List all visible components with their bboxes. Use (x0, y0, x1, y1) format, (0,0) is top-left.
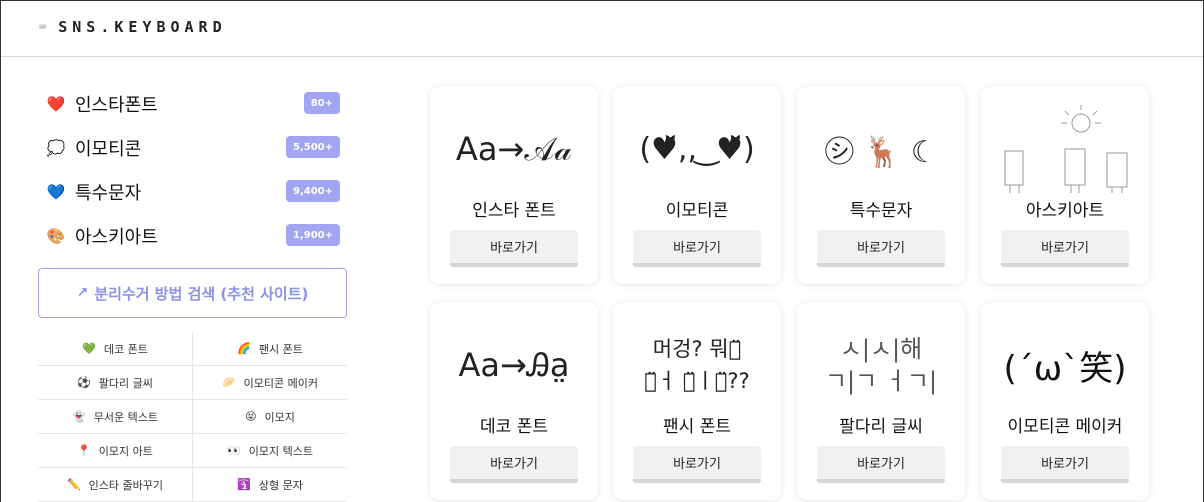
link-label: 이모티콘 메이커 (243, 376, 319, 390)
card-art-text: Aa→𝒜𝒶 (455, 129, 573, 168)
dumpling-icon: 🥟 (221, 376, 236, 389)
card-art: 머겅? 뭐해̈ 자̈ㅓ 밖̈ㅣ야̈?? (613, 320, 781, 410)
go-button[interactable]: 바로가기 (817, 446, 945, 483)
pencil-icon: ✏️ (66, 478, 81, 491)
card-emoticon[interactable]: (♥̆̈,, ͜ ♥̆̈) 이모티콘 바로가기 (613, 86, 781, 284)
pin-icon: 📍 (77, 444, 91, 457)
sidebar-item-special-chars[interactable]: 💙 특수문자 9,400+ (38, 176, 340, 208)
tool-links: 💚 데코 폰트 🌈 팬시 폰트 ⚽ 팔다리 글씨 🥟 이모티콘 메이커 👻 무서… (38, 332, 347, 502)
sidebar-item-insta-font[interactable]: ❤️ 인스타폰트 80+ (38, 88, 340, 120)
card-art-text: (´ω`笑) (1003, 348, 1127, 389)
go-button[interactable]: 바로가기 (817, 230, 945, 267)
card-deco-font[interactable]: Aa→Ꭿa̤ 데코 폰트 바로가기 (430, 302, 598, 500)
site-logo[interactable]: ⌨ SNS.KEYBOARD (39, 18, 227, 36)
card-art-line: ㄱ|ㄱ ㅓㄱ| (824, 367, 938, 395)
card-art: ㅅ|ㅅ|해 ㄱ|ㄱ ㅓㄱ| (797, 320, 965, 410)
link-label: 이모지 텍스트 (248, 444, 313, 458)
card-title: 팔다리 글씨 (839, 417, 923, 437)
card-art-text: (♥̆̈,, ͜ ♥̆̈) (639, 131, 755, 167)
count-badge: 80+ (303, 92, 340, 114)
card-art: Aa→Ꭿa̤ (430, 320, 598, 410)
ghost-icon: 👻 (72, 410, 86, 423)
card-art-line: 자̈ㅓ 밖̈ㅣ야̈?? (644, 369, 750, 393)
card-art-line: 머겅? 뭐해̈ (652, 337, 742, 361)
card-title: 데코 폰트 (480, 417, 548, 437)
card-art: Aa→𝒜𝒶 (430, 104, 598, 194)
thought-bubble-icon: 💭 (46, 139, 66, 157)
link-fancy-font[interactable]: 🌈 팬시 폰트 (193, 332, 347, 366)
link-label: 데코 폰트 (103, 342, 148, 356)
search-button-label: 분리수거 방법 검색 (추천 사이트) (94, 284, 309, 303)
recycling-search-button[interactable]: ↗ 분리수거 방법 검색 (추천 사이트) (38, 268, 347, 318)
card-art: (♥̆̈,, ͜ ♥̆̈) (613, 104, 781, 194)
sidebar-item-label: 이모티콘 (75, 139, 142, 160)
card-title: 이모티콘 (665, 201, 729, 221)
link-label: 상형 문자 (258, 478, 303, 492)
blue-heart-icon: 💙 (46, 183, 66, 201)
card-title: 인스타 폰트 (472, 201, 556, 221)
card-art (981, 104, 1149, 194)
soccer-ball-icon: ⚽ (77, 376, 91, 389)
go-button[interactable]: 바로가기 (450, 446, 578, 483)
card-fancy-font[interactable]: 머겅? 뭐해̈ 자̈ㅓ 밖̈ㅣ야̈?? 팬시 폰트 바로가기 (613, 302, 781, 500)
go-button[interactable]: 바로가기 (1001, 230, 1129, 267)
ascii-art-illustration (1004, 105, 1128, 193)
card-title: 이모티콘 메이커 (1007, 417, 1123, 437)
palette-icon: 🎨 (46, 227, 66, 245)
count-badge: 9,400+ (285, 180, 340, 202)
link-label: 인스타 줄바꾸기 (88, 478, 164, 492)
card-title: 특수문자 (849, 201, 913, 221)
link-label: 이모지 아트 (98, 444, 153, 458)
link-emoji-text[interactable]: 👀 이모지 텍스트 (193, 434, 347, 468)
worship-icon: 🛐 (237, 478, 251, 491)
heart-icon: ❤️ (46, 95, 66, 113)
link-emoji[interactable]: 😝 이모지 (193, 400, 347, 434)
link-scary-text[interactable]: 👻 무서운 텍스트 (38, 400, 192, 434)
card-title: 팬시 폰트 (663, 417, 731, 437)
card-art-line: ㅅ|ㅅ|해 (839, 335, 923, 363)
link-label: 팔다리 글씨 (98, 376, 153, 390)
go-button[interactable]: 바로가기 (1001, 446, 1129, 483)
logo-text: SNS.KEYBOARD (58, 18, 227, 36)
link-hieroglyph[interactable]: 🛐 상형 문자 (193, 468, 347, 502)
count-badge: 1,900+ (285, 224, 340, 246)
green-heart-icon: 💚 (82, 342, 96, 355)
link-limb-text[interactable]: ⚽ 팔다리 글씨 (38, 366, 192, 400)
main-content: ❤️ 인스타폰트 80+ 💭 이모티콘 5,500+ 💙 특수문자 9,400+… (1, 58, 1203, 502)
link-emoji-art[interactable]: 📍 이모지 아트 (38, 434, 192, 468)
rainbow-icon: 🌈 (237, 342, 251, 355)
site-header: ⌨ SNS.KEYBOARD (1, 1, 1203, 57)
card-title: 아스키아트 (1025, 201, 1105, 221)
link-label: 팬시 폰트 (258, 342, 303, 356)
sidebar-item-ascii-art[interactable]: 🎨 아스키아트 1,900+ (38, 220, 340, 252)
card-art-text: ㋛ 🦌 ☾ (824, 135, 938, 170)
link-emoticon-maker[interactable]: 🥟 이모티콘 메이커 (193, 366, 347, 400)
card-art-text: Aa→Ꭿa̤ (458, 345, 570, 384)
link-insta-linebreak[interactable]: ✏️ 인스타 줄바꾸기 (38, 468, 192, 502)
keyboard-icon: ⌨ (39, 20, 47, 34)
eyes-icon: 👀 (227, 444, 241, 457)
card-ascii-art[interactable]: 아스키아트 바로가기 (981, 86, 1149, 284)
sidebar-item-label: 인스타폰트 (75, 95, 158, 116)
external-link-icon: ↗ (76, 285, 89, 301)
sidebar-item-label: 특수문자 (75, 183, 142, 204)
link-label: 무서운 텍스트 (93, 410, 158, 424)
link-deco-font[interactable]: 💚 데코 폰트 (38, 332, 192, 366)
card-insta-font[interactable]: Aa→𝒜𝒶 인스타 폰트 바로가기 (430, 86, 598, 284)
card-special-chars[interactable]: ㋛ 🦌 ☾ 특수문자 바로가기 (797, 86, 965, 284)
card-emoticon-maker[interactable]: (´ω`笑) 이모티콘 메이커 바로가기 (981, 302, 1149, 500)
go-button[interactable]: 바로가기 (633, 230, 761, 267)
card-art: (´ω`笑) (981, 320, 1149, 410)
sidebar-item-label: 아스키아트 (75, 227, 158, 248)
card-limb-text[interactable]: ㅅ|ㅅ|해 ㄱ|ㄱ ㅓㄱ| 팔다리 글씨 바로가기 (797, 302, 965, 500)
go-button[interactable]: 바로가기 (450, 230, 578, 267)
sidebar-item-emoticon[interactable]: 💭 이모티콘 5,500+ (38, 132, 340, 164)
link-label: 이모지 (264, 410, 295, 424)
count-badge: 5,500+ (285, 136, 340, 158)
face-icon: 😝 (245, 410, 257, 423)
card-art: ㋛ 🦌 ☾ (797, 104, 965, 194)
go-button[interactable]: 바로가기 (633, 446, 761, 483)
